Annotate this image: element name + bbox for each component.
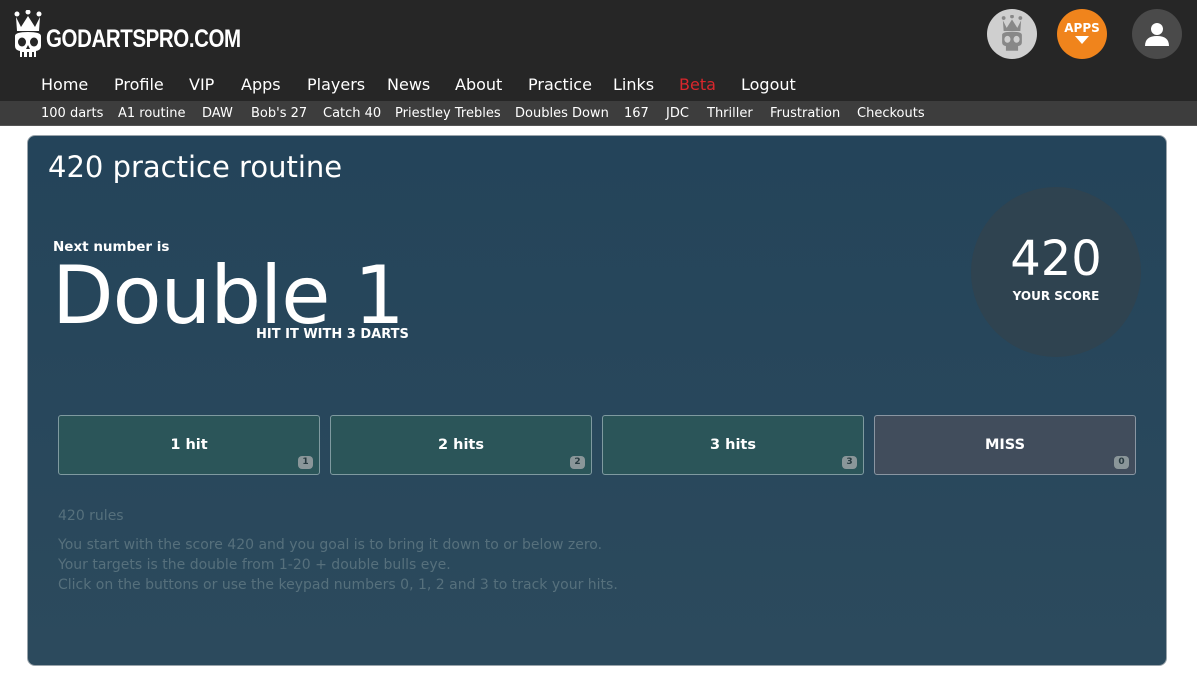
subnav-frustration[interactable]: Frustration [770,101,840,126]
page-title: 420 practice routine [48,150,343,184]
subnav-jdc[interactable]: JDC [666,101,689,126]
keyboard-shortcut-badge: 1 [298,456,313,469]
user-icon [1145,23,1169,46]
practice-card: 420 practice routine Next number is Doub… [27,135,1167,666]
keyboard-shortcut-badge: 2 [570,456,585,469]
nav-beta[interactable]: Beta [679,70,716,100]
nav-vip[interactable]: VIP [189,70,214,100]
button-label: 2 hits [438,437,484,453]
button-label: 3 hits [710,437,756,453]
download-arrow-icon [1075,36,1089,44]
subnav-daw[interactable]: DAW [202,101,233,126]
hit-hint: HIT IT WITH 3 DARTS [256,327,409,342]
subnav-catch-40[interactable]: Catch 40 [323,101,381,126]
button-label: 1 hit [170,437,208,453]
subnav-priestley-trebles[interactable]: Priestley Trebles [395,101,501,126]
rules-title: 420 rules [58,508,124,524]
subnav-checkouts[interactable]: Checkouts [857,101,925,126]
two-hits-button[interactable]: 2 hits 2 [330,415,592,475]
site-logo-text: GODARTSPRO.COM [46,24,241,53]
one-hit-button[interactable]: 1 hit 1 [58,415,320,475]
subnav-167[interactable]: 167 [624,101,649,126]
score-label: YOUR SCORE [1012,289,1100,303]
practice-subnav: 100 darts A1 routine DAW Bob's 27 Catch … [0,101,1197,126]
keyboard-shortcut-badge: 0 [1114,456,1129,469]
subnav-bobs-27[interactable]: Bob's 27 [251,101,307,126]
subnav-100-darts[interactable]: 100 darts [41,101,103,126]
nav-practice[interactable]: Practice [528,70,592,100]
three-hits-button[interactable]: 3 hits 3 [602,415,864,475]
subnav-doubles-down[interactable]: Doubles Down [515,101,609,126]
score-display: 420 YOUR SCORE [971,187,1141,357]
score-value: 420 [1010,231,1102,287]
nav-news[interactable]: News [387,70,430,100]
nav-apps[interactable]: Apps [241,70,281,100]
crowned-skull-icon [1001,15,1023,51]
nav-players[interactable]: Players [307,70,365,100]
miss-button[interactable]: MISS 0 [874,415,1136,475]
nav-home[interactable]: Home [41,70,88,100]
apps-label: APPS [1064,21,1100,35]
keyboard-shortcut-badge: 3 [842,456,857,469]
subnav-a1-routine[interactable]: A1 routine [118,101,186,126]
crowned-skull-logo-icon [14,10,42,57]
site-logo[interactable]: GODARTSPRO.COM [12,10,283,60]
user-account-button[interactable] [1132,9,1182,59]
subnav-thriller[interactable]: Thriller [707,101,753,126]
nav-profile[interactable]: Profile [114,70,164,100]
nav-links[interactable]: Links [613,70,654,100]
nav-about[interactable]: About [455,70,502,100]
champion-avatar-button[interactable] [987,9,1037,59]
rules-text-line: Click on the buttons or use the keypad n… [58,577,618,593]
button-label: MISS [984,437,1026,453]
rules-text-line: You start with the score 420 and you goa… [58,537,603,553]
apps-download-button[interactable]: APPS [1057,9,1107,59]
rules-text-line: Your targets is the double from 1-20 + d… [58,557,451,573]
nav-logout[interactable]: Logout [741,70,796,100]
site-header: GODARTSPRO.COM APPS Home Profile VIP App… [0,0,1197,101]
